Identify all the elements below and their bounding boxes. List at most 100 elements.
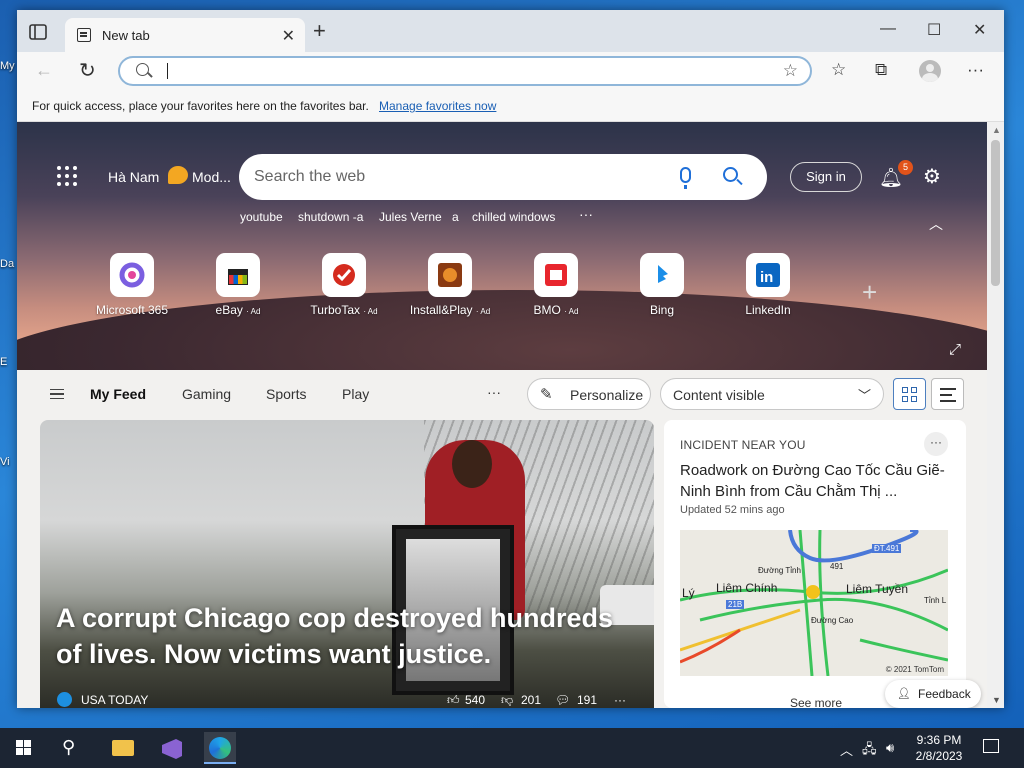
turbotax-icon: [322, 253, 366, 297]
search-icon[interactable]: ⚲: [62, 737, 75, 758]
story-source[interactable]: USA TODAY: [81, 693, 148, 707]
add-tile-button[interactable]: +: [862, 277, 877, 308]
weather-location[interactable]: Hà Nam: [108, 169, 159, 185]
trending-search-link[interactable]: chilled windows: [472, 210, 555, 224]
tile-label: eBay: [215, 303, 243, 317]
weather-text[interactable]: Mod...: [192, 169, 231, 185]
desktop-icon-label[interactable]: Vi: [0, 456, 10, 468]
web-search-box[interactable]: Search the web: [239, 154, 767, 200]
incident-card[interactable]: INCIDENT NEAR YOU ··· Roadwork on Đường …: [664, 420, 966, 708]
story-more-icon[interactable]: ···: [614, 693, 626, 707]
desktop-icon-label[interactable]: Da: [0, 258, 14, 270]
page-scrollbar[interactable]: ▲ ▼: [987, 122, 1004, 708]
more-tabs-icon[interactable]: ···: [487, 384, 501, 400]
chevron-up-icon[interactable]: ︿: [929, 214, 943, 234]
sign-in-button[interactable]: Sign in: [790, 162, 862, 192]
content-visibility-dropdown[interactable]: Content visible ﹀: [660, 378, 884, 410]
toolbar: ← ↻ ☆ ☆ ⧉ ···: [17, 52, 1004, 90]
visual-studio-icon[interactable]: [155, 732, 187, 764]
incident-title[interactable]: Roadwork on Đường Cao Tốc Cầu Giẽ-Ninh B…: [680, 460, 956, 502]
dislike-count: 201: [521, 693, 542, 707]
edge-browser-icon[interactable]: [204, 732, 236, 764]
grid-view-button[interactable]: [893, 378, 926, 410]
chevron-up-icon[interactable]: ︿: [840, 740, 853, 759]
feedback-button[interactable]: 👤︎ Feedback: [885, 680, 981, 708]
comment-icon[interactable]: 💬︎: [555, 693, 570, 707]
quicklink-tile[interactable]: TurboTax · Ad: [294, 253, 394, 317]
content-visibility-value: Content visible: [673, 387, 765, 403]
card-more-icon[interactable]: ···: [924, 432, 948, 456]
like-count: 540: [465, 693, 486, 707]
refresh-icon[interactable]: ↻: [79, 58, 96, 83]
tab-actions-icon[interactable]: [29, 24, 47, 40]
app-launcher-icon[interactable]: [57, 166, 79, 188]
incident-map[interactable]: Liêm Chính Liêm Tuyền Lý Đường Tỉnh ĐT.4…: [680, 530, 948, 676]
quicklink-tile[interactable]: Microsoft 365: [82, 253, 182, 317]
weather-icon[interactable]: [168, 166, 188, 184]
quicklink-tile[interactable]: BMO · Ad: [506, 253, 606, 317]
file-explorer-icon[interactable]: [106, 732, 138, 764]
trending-search-link[interactable]: shutdown -a: [298, 210, 363, 224]
notification-center-icon[interactable]: [983, 739, 999, 753]
minimize-button[interactable]: —: [880, 20, 896, 38]
tab-gaming[interactable]: Gaming: [182, 386, 231, 402]
tab-play[interactable]: Play: [342, 386, 369, 402]
like-icon[interactable]: 👍︎: [447, 693, 460, 708]
tab-close-icon[interactable]: ✕: [282, 26, 295, 46]
tile-label: LinkedIn: [745, 303, 791, 317]
trending-more-icon[interactable]: ···: [579, 206, 593, 222]
scrollbar-thumb[interactable]: [991, 140, 1000, 286]
gear-icon[interactable]: ⚙: [923, 164, 941, 189]
search-icon[interactable]: [723, 167, 738, 182]
maximize-button[interactable]: ☐: [927, 20, 941, 40]
favorites-bar-message: For quick access, place your favorites h…: [32, 99, 369, 113]
personalize-label: Personalize: [570, 387, 644, 403]
tab-sports[interactable]: Sports: [266, 386, 306, 402]
add-favorite-star-icon[interactable]: ☆: [783, 61, 798, 81]
volume-icon[interactable]: 🔊︎: [886, 740, 894, 756]
windows-start-icon[interactable]: [16, 740, 32, 756]
tile-label: BMO: [533, 303, 561, 317]
tab-new-tab[interactable]: New tab ✕: [65, 18, 305, 52]
expand-icon[interactable]: ⤢: [949, 341, 961, 358]
quicklink-tile[interactable]: eBay · Ad: [188, 253, 288, 317]
dislike-icon[interactable]: 👎︎: [501, 693, 513, 708]
source-logo-icon: [57, 692, 72, 707]
manage-favorites-link[interactable]: Manage favorites now: [379, 99, 496, 113]
story-headline[interactable]: A corrupt Chicago cop destroyed hundreds…: [56, 600, 626, 672]
quicklink-tile[interactable]: Bing: [612, 253, 712, 317]
microphone-icon[interactable]: [680, 167, 691, 189]
scroll-down-icon[interactable]: ▼: [992, 695, 1001, 705]
trending-search-link[interactable]: a: [452, 210, 459, 224]
favorites-icon[interactable]: ☆: [831, 60, 846, 80]
new-tab-button[interactable]: +: [313, 20, 326, 42]
feedback-label: Feedback: [918, 687, 971, 701]
desktop-icon-label[interactable]: My: [0, 60, 15, 72]
linkedin-icon: in: [746, 253, 790, 297]
collections-icon[interactable]: ⧉: [875, 60, 887, 80]
settings-more-icon[interactable]: ···: [967, 60, 984, 80]
scroll-up-icon[interactable]: ▲: [992, 125, 1001, 135]
map-label: 491: [830, 562, 844, 571]
desktop-icon-label[interactable]: E: [0, 356, 7, 368]
list-view-button[interactable]: [931, 378, 964, 410]
personalize-button[interactable]: ✎ Personalize: [527, 378, 651, 410]
see-more-link[interactable]: See more: [790, 696, 842, 708]
address-bar[interactable]: ☆: [118, 56, 812, 86]
clock-date: 2/8/2023: [915, 749, 963, 763]
top-story-card[interactable]: A corrupt Chicago cop destroyed hundreds…: [40, 420, 654, 708]
trending-search-link[interactable]: youtube: [240, 210, 283, 224]
quicklink-tile[interactable]: in LinkedIn: [718, 253, 818, 317]
back-arrow-icon[interactable]: ←: [35, 60, 53, 81]
search-placeholder: Search the web: [254, 168, 366, 185]
hamburger-menu-icon[interactable]: [50, 389, 64, 399]
tab-my-feed[interactable]: My Feed: [90, 386, 146, 402]
network-icon[interactable]: 🖧︎: [862, 740, 877, 762]
profile-avatar[interactable]: [919, 60, 941, 82]
map-label: Liêm Tuyền: [846, 582, 909, 596]
system-clock[interactable]: 9:36 PM 2/8/2023: [910, 732, 968, 764]
trending-search-link[interactable]: Jules Verne: [379, 210, 442, 224]
map-label: ĐT.491: [872, 544, 902, 553]
close-window-button[interactable]: ✕: [973, 20, 986, 40]
quicklink-tile[interactable]: Install&Play · Ad: [400, 253, 500, 317]
